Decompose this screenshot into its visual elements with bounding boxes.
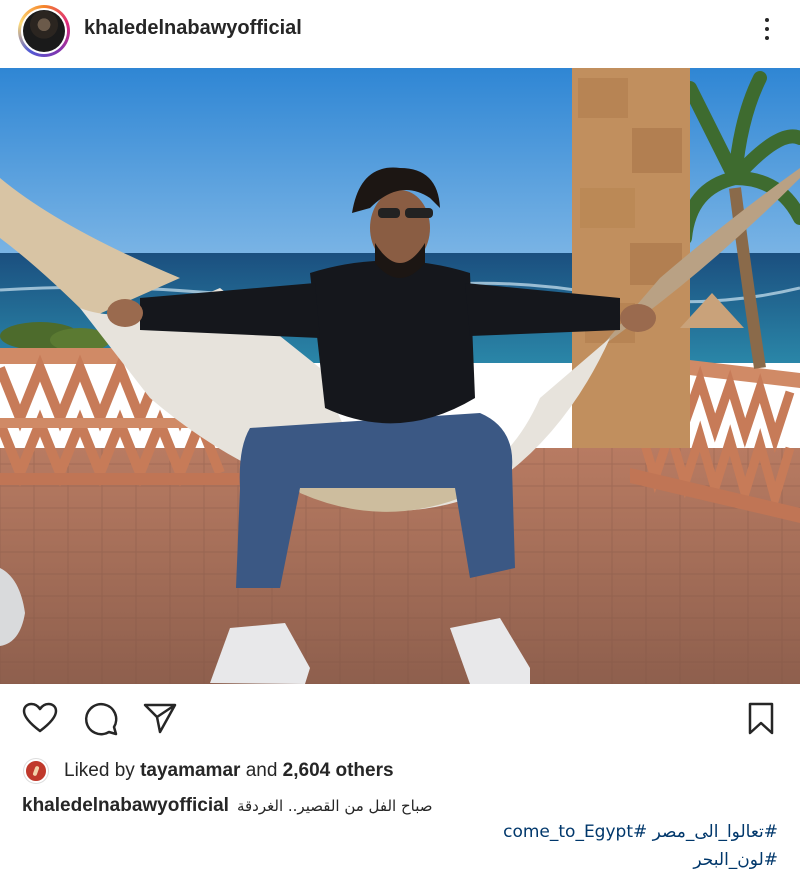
- likes-row: Liked by tayamamar and 2,604 others: [24, 758, 394, 784]
- comment-icon[interactable]: [83, 702, 119, 736]
- post-header: khaledelnabawyofficial: [0, 0, 800, 68]
- action-bar: [0, 684, 800, 750]
- more-vertical-icon[interactable]: [756, 14, 778, 44]
- liker-avatar[interactable]: [24, 759, 48, 783]
- avatar-photo: [23, 10, 65, 52]
- hashtags-line-1[interactable]: #تعالوا_الى_مصر #come_to_Egypt: [503, 822, 778, 842]
- caption-text: صباح الفل من القصير.. الغردقة: [236, 797, 433, 815]
- heart-icon[interactable]: [22, 702, 58, 734]
- hashtags-line-2[interactable]: #لون_البحر: [693, 850, 778, 870]
- likes-prefix: Liked by: [64, 760, 135, 781]
- caption: khaledelnabawyofficial صباح الفل من القص…: [22, 795, 433, 817]
- likes-middle: and: [245, 760, 278, 781]
- bookmark-icon[interactable]: [746, 702, 776, 736]
- stone-pillar: [572, 68, 690, 448]
- post-username[interactable]: khaledelnabawyofficial: [84, 17, 302, 40]
- profile-avatar[interactable]: [18, 5, 70, 57]
- liker-username[interactable]: tayamamar: [140, 760, 240, 782]
- likes-count[interactable]: 2,604 others: [283, 760, 394, 782]
- caption-username[interactable]: khaledelnabawyofficial: [22, 795, 229, 817]
- share-icon[interactable]: [143, 702, 177, 734]
- post-photo[interactable]: [0, 68, 800, 684]
